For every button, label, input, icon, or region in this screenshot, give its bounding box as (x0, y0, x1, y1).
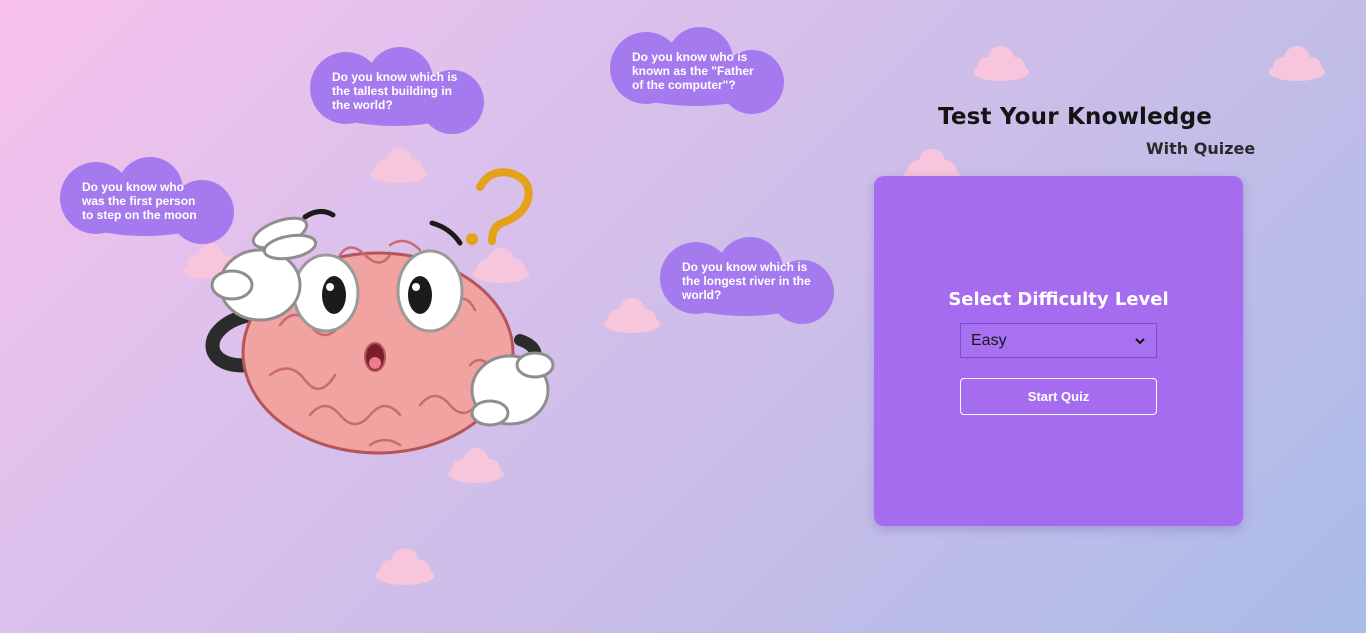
bubble-text: Do you know which is the longest river i… (682, 260, 811, 302)
page-title: Test Your Knowledge (938, 104, 1213, 130)
bubble-text: Do you know which is the tallest buildin… (332, 70, 458, 112)
question-bubble: Do you know who is known as the "Father … (606, 22, 784, 116)
pink-cloud-icon (601, 294, 663, 334)
question-bubble: Do you know which is the tallest buildin… (306, 42, 484, 136)
question-bubble: Do you know which is the longest river i… (656, 232, 834, 326)
question-mark-icon (466, 168, 533, 245)
start-quiz-button[interactable]: Start Quiz (960, 378, 1157, 415)
page-subtitle: With Quizee (1146, 139, 1256, 158)
thinking-brain-icon (190, 165, 570, 465)
bubble-text: Do you know who is known as the "Father … (632, 50, 754, 92)
pink-cloud-icon (370, 544, 440, 586)
difficulty-selected-value: Easy (971, 331, 1007, 349)
chevron-down-icon (1135, 337, 1145, 344)
pink-cloud-icon (970, 42, 1032, 82)
pink-cloud-icon (1266, 42, 1328, 82)
difficulty-heading: Select Difficulty Level (948, 289, 1169, 310)
bubble-text: Do you know who was the first person to … (82, 180, 197, 222)
quiz-card: Select Difficulty Level Easy Start Quiz (874, 176, 1243, 526)
difficulty-select[interactable]: Easy (960, 323, 1157, 358)
